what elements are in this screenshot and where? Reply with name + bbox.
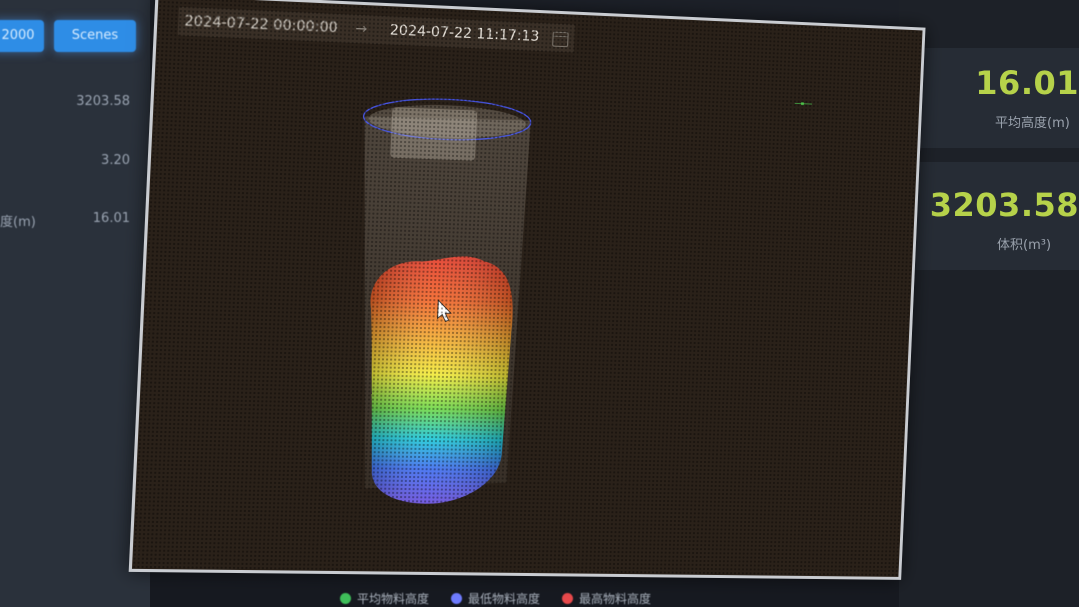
right-panel: 16.01 平均高度(m) 3203.58 体积(m³) [899, 0, 1079, 607]
volume-label: 体积(m³) [997, 238, 1052, 253]
red-dot-icon [562, 592, 574, 604]
info-row: 3.20 [0, 153, 150, 173]
info-value: 16.01 [92, 211, 130, 226]
left-panel: 2000 Scenes 3203.58 3.20 度(m) 16.01 [0, 0, 150, 607]
legend-item-min[interactable]: 最低物料高度 [451, 588, 540, 607]
info-row: 度(m) 16.01 [0, 211, 150, 231]
material-surface [361, 253, 516, 505]
legend-item-max[interactable]: 最高物料高度 [562, 588, 651, 607]
info-row: 3203.58 [0, 94, 150, 114]
toolbar-button-2[interactable]: Scenes [54, 20, 136, 52]
info-value: 3203.58 [76, 94, 130, 109]
green-dot-icon [340, 592, 351, 604]
silo-3d-viewer: 2024-07-22 00:00:00 → 2024-07-22 11:17:1… [128, 0, 926, 580]
volume-value: 3203.58 [929, 186, 1079, 224]
silo-scene[interactable] [132, 0, 923, 577]
toolbar-button-1[interactable]: 2000 [0, 20, 44, 52]
legend-label: 最高物料高度 [579, 591, 652, 606]
average-height-value: 16.01 [975, 64, 1079, 102]
legend-item-average[interactable]: 平均物料高度 [340, 588, 429, 607]
legend: 平均物料高度 最低物料高度 最高物料高度 [340, 588, 651, 607]
volume-card: 3203.58 体积(m³) [909, 162, 1079, 270]
legend-label: 最低物料高度 [468, 591, 541, 606]
average-height-card: 16.01 平均高度(m) [909, 48, 1079, 148]
average-height-label: 平均高度(m) [995, 116, 1070, 131]
legend-label: 平均物料高度 [357, 591, 430, 606]
blue-dot-icon [451, 592, 463, 604]
dashboard: 2000 Scenes 3203.58 3.20 度(m) 16.01 16.0… [0, 0, 1079, 607]
info-label: 度(m) [0, 215, 36, 230]
info-value: 3.20 [101, 153, 130, 168]
